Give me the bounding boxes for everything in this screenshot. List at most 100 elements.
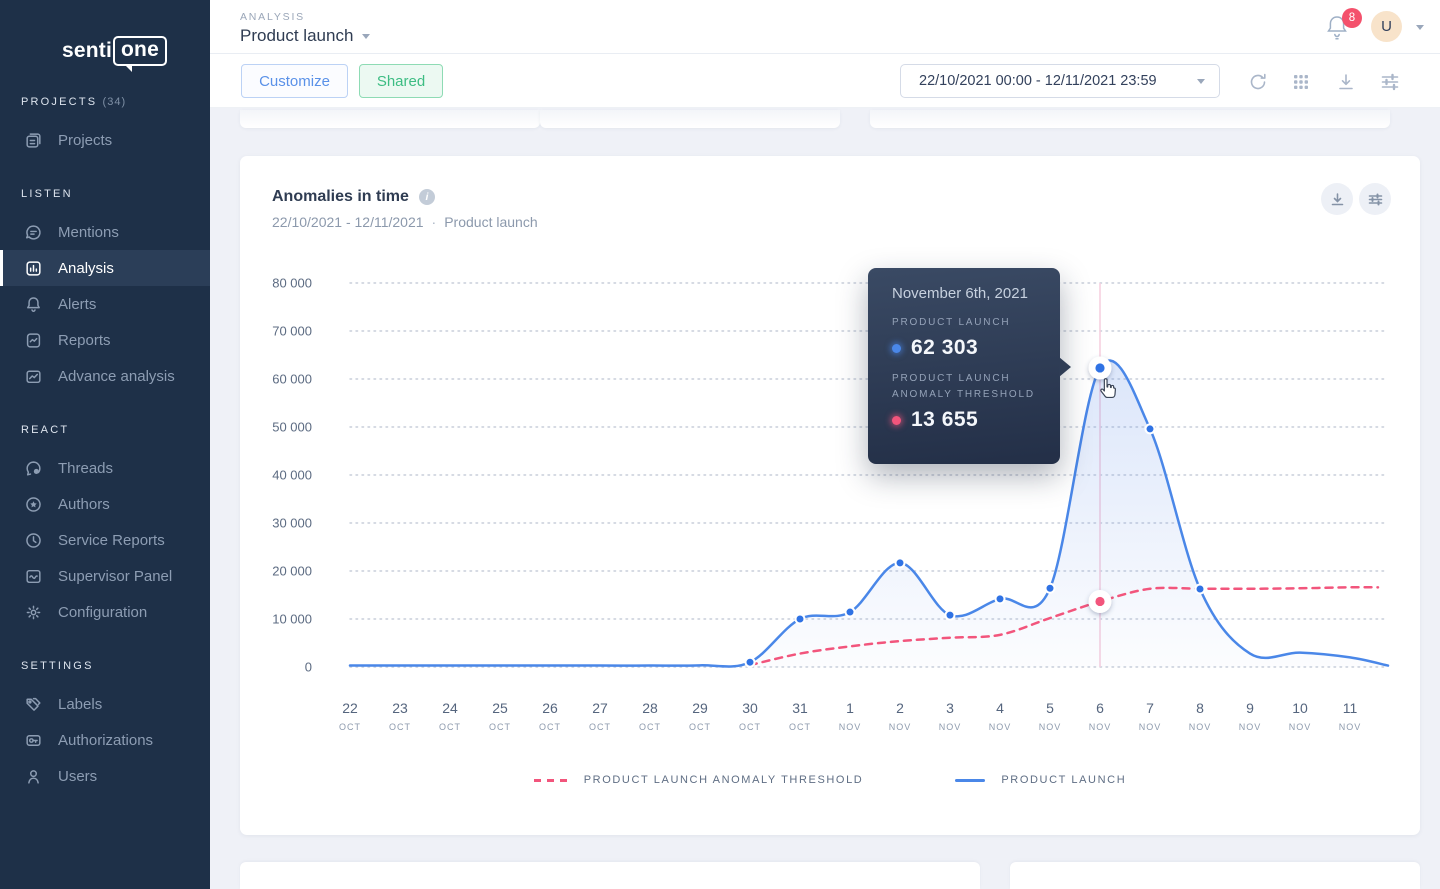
sidebar-item-users[interactable]: Users	[0, 758, 210, 794]
alerts-icon	[24, 295, 43, 314]
grid-icon	[1290, 71, 1312, 93]
shared-button[interactable]: Shared	[359, 64, 443, 98]
svg-text:OCT: OCT	[739, 722, 761, 732]
svg-text:7: 7	[1146, 700, 1154, 716]
chevron-down-icon	[1197, 79, 1205, 84]
sidebar-item-authors[interactable]: Authors	[0, 486, 210, 522]
anomalies-line-chart[interactable]: 80 00070 00060 00050 00040 00030 00020 0…	[240, 156, 1420, 835]
sidebar: sentione PROJECTS (34) Projects LISTEN M…	[0, 0, 210, 889]
svg-text:OCT: OCT	[339, 722, 361, 732]
date-range-value: 22/10/2021 00:00 - 12/11/2021 23:59	[919, 73, 1157, 89]
section-label-react: REACT	[0, 424, 210, 436]
dashed-line-swatch	[534, 779, 568, 782]
svg-text:10 000: 10 000	[272, 612, 312, 627]
notification-badge: 8	[1342, 8, 1362, 28]
svg-text:OCT: OCT	[589, 722, 611, 732]
avatar[interactable]: U	[1371, 11, 1402, 42]
sidebar-item-projects[interactable]: Projects	[0, 122, 210, 158]
sidebar-item-reports[interactable]: Reports	[0, 322, 210, 358]
logo-text-right: one	[113, 36, 167, 66]
svg-text:30 000: 30 000	[272, 516, 312, 531]
svg-text:OCT: OCT	[439, 722, 461, 732]
configuration-icon	[24, 603, 43, 622]
svg-text:0: 0	[305, 660, 312, 675]
tooltip-series2-row: 13 655	[892, 408, 1036, 432]
section-label-listen: LISTEN	[0, 188, 210, 200]
chart-tooltip: November 6th, 2021 PRODUCT LAUNCH 62 303…	[868, 268, 1060, 464]
svg-text:20 000: 20 000	[272, 564, 312, 579]
user-menu-caret[interactable]	[1416, 25, 1424, 30]
svg-text:OCT: OCT	[489, 722, 511, 732]
svg-text:NOV: NOV	[1339, 722, 1362, 732]
svg-text:23: 23	[392, 700, 408, 716]
mentions-icon	[24, 223, 43, 242]
download-button[interactable]	[1333, 69, 1359, 95]
reports-icon	[24, 331, 43, 350]
service-reports-icon	[24, 531, 43, 550]
svg-text:NOV: NOV	[989, 722, 1012, 732]
download-icon	[1335, 71, 1357, 93]
sidebar-item-service-reports[interactable]: Service Reports	[0, 522, 210, 558]
supervisor-panel-icon	[24, 567, 43, 586]
tooltip-series1-value: 62 303	[911, 336, 978, 360]
svg-text:40 000: 40 000	[272, 468, 312, 483]
toolbar: Customize Shared 22/10/2021 00:00 - 12/1…	[210, 54, 1440, 108]
bottom-card-partial	[240, 862, 980, 889]
sidebar-item-labels[interactable]: Labels	[0, 686, 210, 722]
sidebar-item-threads[interactable]: Threads	[0, 450, 210, 486]
sentione-logo[interactable]: sentione	[62, 36, 210, 66]
section-label-projects: PROJECTS (34)	[0, 96, 210, 108]
main-area: ANALYSIS Product launch 8 U Customize Sh…	[210, 0, 1440, 889]
svg-text:30: 30	[742, 700, 758, 716]
refresh-icon	[1247, 71, 1269, 93]
sidebar-item-analysis[interactable]: Analysis	[0, 250, 210, 286]
legend-item-product-launch[interactable]: PRODUCT LAUNCH	[955, 774, 1126, 786]
notifications-button[interactable]: 8	[1324, 13, 1354, 43]
grid-view-button[interactable]	[1288, 69, 1314, 95]
svg-text:5: 5	[1046, 700, 1054, 716]
filter-settings-button[interactable]	[1377, 69, 1403, 95]
authors-icon	[24, 495, 43, 514]
threads-icon	[24, 459, 43, 478]
date-range-selector[interactable]: 22/10/2021 00:00 - 12/11/2021 23:59	[900, 64, 1220, 98]
solid-line-swatch	[955, 779, 985, 782]
pink-dot-icon	[892, 416, 901, 425]
svg-text:27: 27	[592, 700, 608, 716]
svg-text:3: 3	[946, 700, 954, 716]
blue-dot-icon	[892, 344, 901, 353]
svg-text:NOV: NOV	[939, 722, 962, 732]
svg-text:OCT: OCT	[789, 722, 811, 732]
chart-legend: PRODUCT LAUNCH ANOMALY THRESHOLD PRODUCT…	[240, 774, 1420, 786]
tooltip-series2-value: 13 655	[911, 408, 978, 432]
authorizations-icon	[24, 731, 43, 750]
svg-text:NOV: NOV	[1289, 722, 1312, 732]
svg-text:NOV: NOV	[1239, 722, 1262, 732]
svg-text:8: 8	[1196, 700, 1204, 716]
content-area: Anomalies in time i 22/10/2021 - 12/11/2…	[210, 108, 1440, 889]
summary-card-partial	[540, 110, 840, 128]
projects-icon	[24, 131, 43, 150]
sidebar-item-authorizations[interactable]: Authorizations	[0, 722, 210, 758]
bottom-card-partial	[1010, 862, 1420, 889]
svg-text:NOV: NOV	[1039, 722, 1062, 732]
summary-card-partial	[240, 110, 540, 128]
svg-text:80 000: 80 000	[272, 276, 312, 291]
projects-count: (34)	[103, 96, 127, 108]
customize-button[interactable]: Customize	[241, 64, 348, 98]
users-icon	[24, 767, 43, 786]
sidebar-item-mentions[interactable]: Mentions	[0, 214, 210, 250]
project-selector[interactable]: Product launch	[240, 26, 370, 46]
sidebar-item-supervisor-panel[interactable]: Supervisor Panel	[0, 558, 210, 594]
sidebar-item-alerts[interactable]: Alerts	[0, 286, 210, 322]
sidebar-item-configuration[interactable]: Configuration	[0, 594, 210, 630]
advance-analysis-icon	[24, 367, 43, 386]
legend-item-threshold[interactable]: PRODUCT LAUNCH ANOMALY THRESHOLD	[534, 774, 864, 786]
svg-text:11: 11	[1343, 700, 1358, 716]
refresh-button[interactable]	[1245, 69, 1271, 95]
svg-text:31: 31	[792, 700, 808, 716]
sidebar-item-advance-analysis[interactable]: Advance analysis	[0, 358, 210, 394]
analysis-icon	[24, 259, 43, 278]
svg-text:28: 28	[642, 700, 658, 716]
tooltip-series1-label: PRODUCT LAUNCH	[892, 315, 1036, 331]
summary-card-partial	[870, 110, 1390, 128]
